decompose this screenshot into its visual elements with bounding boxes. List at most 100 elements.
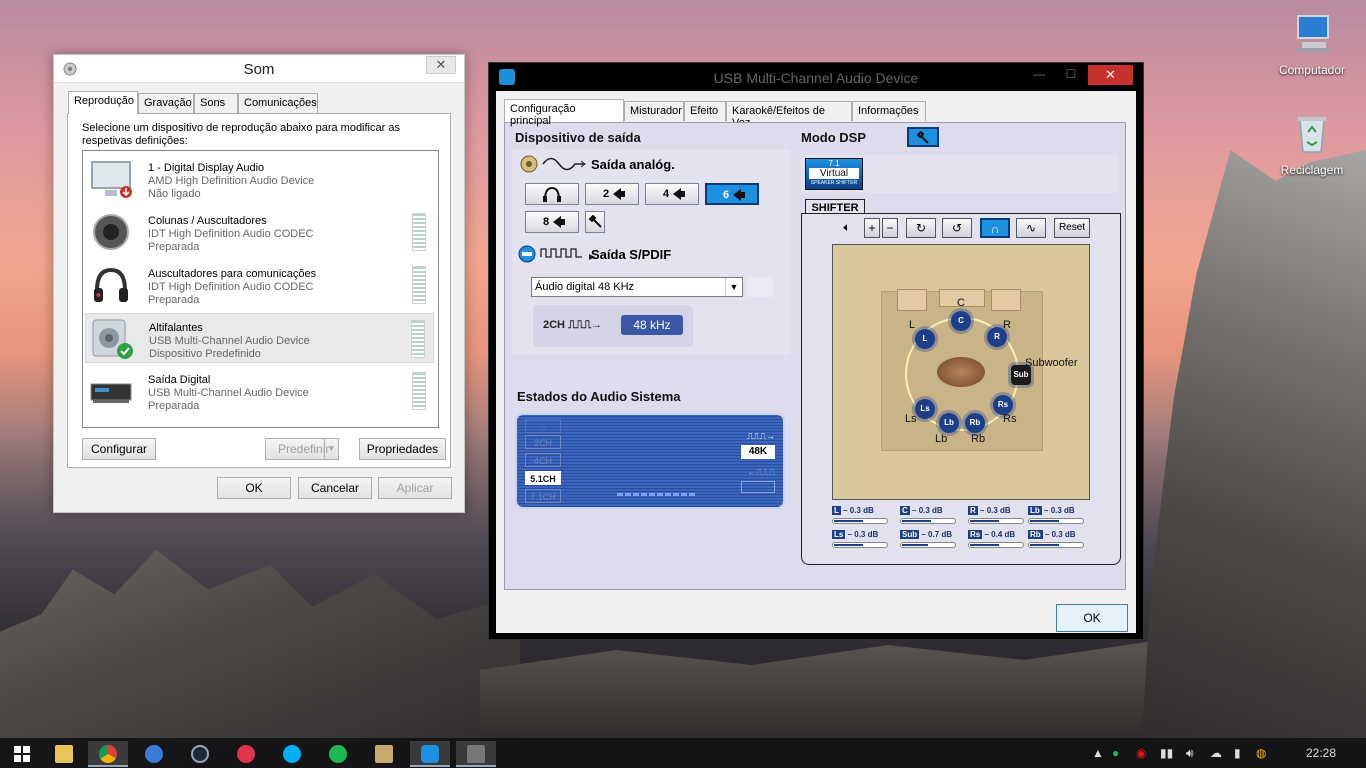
set-default-button[interactable]: Predefinir ▼: [265, 438, 339, 460]
channel-2-button[interactable]: 2: [585, 183, 639, 205]
close-button[interactable]: ✕: [426, 56, 456, 74]
taskbar-skype[interactable]: [272, 741, 312, 767]
chevron-down-icon[interactable]: ▼: [324, 439, 338, 459]
level-slider[interactable]: [900, 542, 956, 548]
ok-button[interactable]: OK: [1056, 604, 1128, 632]
chevron-down-icon[interactable]: ▼: [725, 278, 742, 296]
level-slider[interactable]: [1028, 518, 1084, 524]
sample-rate-display: 48K: [741, 445, 775, 459]
speaker-point-rb[interactable]: Rb: [965, 413, 985, 433]
level-ls[interactable]: Ls – 0.3 dB: [832, 530, 888, 556]
level-slider[interactable]: [900, 518, 956, 524]
wave-button[interactable]: ∿: [1016, 218, 1046, 238]
taskbar-spotify[interactable]: [318, 741, 358, 767]
speaker-settings-button[interactable]: [585, 211, 605, 233]
tab-comunicacoes[interactable]: Comunicações: [238, 93, 318, 113]
properties-button[interactable]: Propriedades: [359, 438, 446, 460]
tray-app-icon[interactable]: ●: [1112, 746, 1119, 760]
device-item-digital-display[interactable]: 1 - Digital Display Audio AMD High Defin…: [85, 154, 434, 204]
tab-sons[interactable]: Sons: [194, 93, 238, 113]
dsp-settings-button[interactable]: [907, 127, 939, 147]
dsp-panel: Modo DSP 7.1 Virtual SPEAKER SHIFTER SHI…: [801, 123, 1123, 587]
device-item-colunas[interactable]: Colunas / Auscultadores IDT High Definit…: [85, 207, 434, 257]
sound-dialog-titlebar[interactable]: Som ✕: [54, 55, 464, 83]
device-item-altifalantes[interactable]: Altifalantes USB Multi-Channel Audio Dev…: [85, 313, 434, 363]
level-channel: C: [900, 506, 910, 515]
tray-overflow-icon[interactable]: ▲: [1092, 746, 1104, 760]
tray-volume-icon[interactable]: 🔊︎: [1186, 746, 1194, 761]
level-c[interactable]: C – 0.3 dB: [900, 506, 956, 532]
usb-window-titlebar[interactable]: USB Multi-Channel Audio Device — ☐ ✕: [489, 63, 1143, 91]
headphone-shift-button[interactable]: ∩: [980, 218, 1010, 238]
level-slider-fill: [902, 520, 931, 522]
level-rs[interactable]: Rs – 0.4 dB: [968, 530, 1024, 556]
rotate-left-button[interactable]: ↺: [942, 218, 972, 238]
level-slider[interactable]: [832, 518, 888, 524]
tab-karaoke[interactable]: Karaokê/Efeitos de Voz: [726, 101, 852, 129]
tray-battery-icon[interactable]: ▮: [1234, 746, 1241, 760]
tab-configuracao-principal[interactable]: Configuração principal: [504, 99, 624, 127]
rotate-right-button[interactable]: ↻: [906, 218, 936, 238]
speaker-point-lb[interactable]: Lb: [939, 413, 959, 433]
tab-gravacao[interactable]: Gravação: [138, 93, 194, 113]
tray-chrome-icon[interactable]: ◍: [1256, 746, 1266, 760]
taskbar-file-explorer[interactable]: [44, 741, 84, 767]
activity-meter: [617, 493, 697, 496]
level-lb[interactable]: Lb – 0.3 dB: [1028, 506, 1084, 532]
cancel-button[interactable]: Cancelar: [298, 477, 372, 499]
tray-signal-icon[interactable]: ▮▮: [1160, 746, 1173, 760]
device-item-saida-digital[interactable]: Saída Digital USB Multi-Channel Audio De…: [85, 366, 434, 416]
speaker-point-l[interactable]: L: [915, 329, 935, 349]
tab-reproducao[interactable]: Reprodução: [68, 91, 138, 114]
tab-misturador[interactable]: Misturador: [624, 101, 684, 121]
taskbar-chrome[interactable]: [88, 741, 128, 767]
tab-efeito[interactable]: Efeito: [684, 101, 726, 121]
level-slider[interactable]: [832, 542, 888, 548]
speaker-point-ls[interactable]: Ls: [915, 399, 935, 419]
spdif-format-select[interactable]: Áudio digital 48 KHz ▼: [531, 277, 743, 297]
taskbar-sound-settings[interactable]: [456, 741, 496, 767]
level-slider[interactable]: [968, 518, 1024, 524]
taskbar-clock[interactable]: 22:28: [1306, 746, 1336, 760]
apply-button[interactable]: Aplicar: [378, 477, 452, 499]
level-rb[interactable]: Rb – 0.3 dB: [1028, 530, 1084, 556]
rate-channels-label: 2CH ⎍⎍⎍→: [543, 319, 603, 331]
minimize-button[interactable]: —: [1025, 65, 1053, 85]
speaker-room-view[interactable]: C C L L R R Sub Subwoofer Ls Ls Rs Rs Lb…: [832, 244, 1090, 500]
spdif-in-icon: ←⎍⎍⎍: [747, 467, 775, 477]
minus-button[interactable]: −: [882, 218, 898, 238]
taskbar-app-3[interactable]: [134, 741, 174, 767]
configure-button[interactable]: Configurar: [82, 438, 156, 460]
close-button[interactable]: ✕: [1088, 65, 1133, 85]
device-list[interactable]: 1 - Digital Display Audio AMD High Defin…: [82, 150, 439, 428]
speaker-point-c[interactable]: C: [951, 311, 971, 331]
level-slider[interactable]: [968, 542, 1024, 548]
start-button[interactable]: [2, 741, 42, 767]
tray-cloud-icon[interactable]: ☁: [1210, 746, 1222, 760]
speaker-volume-icon[interactable]: 🔈︎: [834, 218, 860, 238]
tab-informacoes[interactable]: Informações: [852, 101, 926, 121]
device-item-auscultadores[interactable]: Auscultadores para comunicações IDT High…: [85, 260, 434, 310]
maximize-button[interactable]: ☐: [1057, 65, 1085, 85]
taskbar-itunes[interactable]: [226, 741, 266, 767]
level-sub[interactable]: Sub – 0.7 dB: [900, 530, 956, 556]
channel-6-button[interactable]: 6: [705, 183, 759, 205]
level-r[interactable]: R – 0.3 dB: [968, 506, 1024, 532]
taskbar-league[interactable]: [364, 741, 404, 767]
virtual-shifter-button[interactable]: 7.1 Virtual SPEAKER SHIFTER: [805, 158, 863, 190]
tray-beats-icon[interactable]: ◉: [1136, 746, 1146, 760]
ok-button[interactable]: OK: [217, 477, 291, 499]
level-l[interactable]: L – 0.3 dB: [832, 506, 888, 532]
reset-button[interactable]: Reset: [1054, 218, 1090, 238]
level-slider[interactable]: [1028, 542, 1084, 548]
taskbar-audio-device[interactable]: [410, 741, 450, 767]
channel-8-button[interactable]: 8: [525, 211, 579, 233]
desktop-icon-recycle-bin[interactable]: Reciclagem: [1272, 112, 1352, 177]
speaker-point-rs[interactable]: Rs: [993, 395, 1013, 415]
desktop-icon-computer[interactable]: Computador: [1272, 12, 1352, 77]
headphone-mode-button[interactable]: [525, 183, 579, 205]
taskbar-steam[interactable]: [180, 741, 220, 767]
plus-button[interactable]: +: [864, 218, 880, 238]
channel-4-button[interactable]: 4: [645, 183, 699, 205]
sample-rate-box: 2CH ⎍⎍⎍→ 48 kHz: [533, 305, 693, 347]
